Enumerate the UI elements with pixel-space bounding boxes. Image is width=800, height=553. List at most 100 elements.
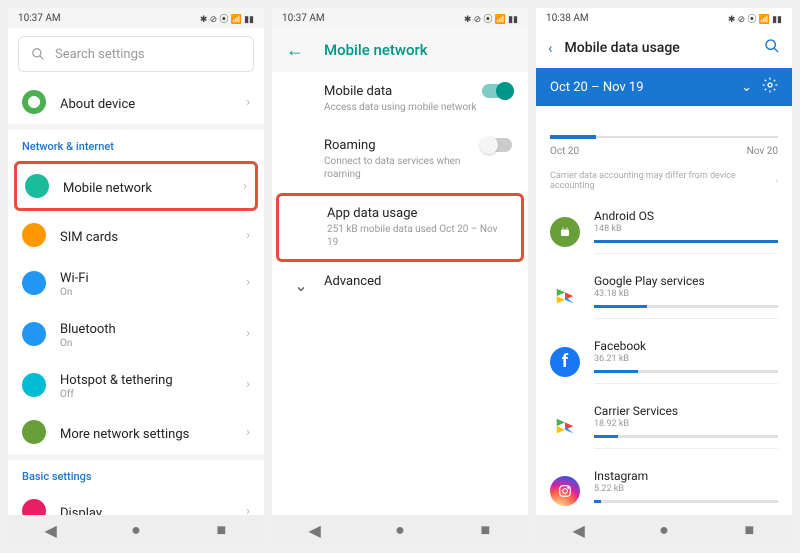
mobile-network-row[interactable]: Mobile network ›: [17, 164, 255, 208]
carrier-note[interactable]: Carrier data accounting may differ from …: [536, 163, 792, 199]
about-device-label: About device: [60, 97, 135, 112]
nav-recent[interactable]: ■: [741, 522, 757, 538]
row-label: Hotspot & tethering: [60, 373, 173, 388]
app-usage-row[interactable]: Carrier Services 18.92 kB: [536, 394, 792, 459]
row-label: Wi-Fi: [60, 271, 89, 286]
nav-bar: ◀ ● ■: [8, 515, 264, 545]
chevron-right-icon: ›: [246, 275, 250, 290]
hotspot-icon: [22, 373, 46, 397]
row-title: App data usage: [327, 206, 509, 221]
app-usage-row[interactable]: Instagram 5.22 kB: [536, 459, 792, 515]
app-usage-row[interactable]: f Facebook 36.21 kB: [536, 329, 792, 394]
wifi-icon: [22, 271, 46, 295]
gear-icon[interactable]: [762, 77, 778, 97]
status-icons: ✱ ⊘ ⦿ 📶 ▮▮: [464, 12, 518, 25]
sim-icon: [22, 223, 46, 247]
bluetooth-row[interactable]: BluetoothOn ›: [8, 308, 264, 359]
search-button[interactable]: [764, 38, 780, 58]
row-label: More network settings: [60, 427, 189, 442]
status-time: 10:38 AM: [546, 13, 589, 24]
app-size: 148 kB: [594, 224, 778, 234]
row-sub: Off: [60, 389, 246, 400]
header: ‹ Mobile data usage: [536, 28, 792, 68]
about-icon: [22, 90, 46, 114]
row-label: SIM cards: [60, 230, 118, 245]
back-button[interactable]: ←: [286, 40, 304, 61]
row-label: Bluetooth: [60, 322, 116, 337]
nav-back[interactable]: ◀: [571, 522, 587, 538]
nav-home[interactable]: ●: [128, 522, 144, 538]
header: ← Mobile network: [272, 28, 528, 72]
timeline-start: Oct 20: [550, 146, 579, 157]
play-services-icon: [550, 282, 580, 312]
date-range-selector[interactable]: Oct 20 – Nov 19 ⌄: [536, 68, 792, 106]
settings-screen: 10:37 AM ✱ ⊘ ⦿ 📶 ▮▮ Search settings Abou…: [8, 8, 264, 545]
chevron-right-icon: ›: [775, 176, 778, 186]
android-icon: [550, 217, 580, 247]
app-usage-row[interactable]: Google Play services 43.18 kB: [536, 264, 792, 329]
page-title: Mobile network: [324, 41, 428, 59]
facebook-icon: f: [550, 347, 580, 377]
more-network-row[interactable]: More network settings ›: [8, 410, 264, 454]
chevron-down-icon: ⌄: [288, 274, 314, 295]
app-size: 36.21 kB: [594, 354, 778, 364]
wifi-row[interactable]: Wi-FiOn ›: [8, 257, 264, 308]
nav-home[interactable]: ●: [656, 522, 672, 538]
row-sub: Access data using mobile network: [324, 101, 482, 114]
status-time: 10:37 AM: [18, 13, 61, 24]
mobile-data-row[interactable]: Mobile data Access data using mobile net…: [272, 72, 528, 126]
instagram-icon: [550, 476, 580, 506]
row-sub: 251 kB mobile data used Oct 20 – Nov 19: [327, 223, 509, 249]
nav-back[interactable]: ◀: [307, 522, 323, 538]
app-size: 18.92 kB: [594, 419, 778, 429]
row-title: Roaming: [324, 138, 482, 153]
app-name: Facebook: [594, 339, 778, 353]
nav-back[interactable]: ◀: [43, 522, 59, 538]
usage-timeline: Oct 20 Nov 20: [536, 106, 792, 163]
nav-home[interactable]: ●: [392, 522, 408, 538]
chevron-right-icon: ›: [243, 179, 247, 194]
roaming-row[interactable]: Roaming Connect to data services when ro…: [272, 126, 528, 193]
app-name: Carrier Services: [594, 404, 778, 418]
about-device-row[interactable]: About device ›: [8, 80, 264, 124]
row-sub: On: [60, 287, 246, 298]
row-label: Mobile network: [63, 181, 152, 196]
section-network-title: Network & internet: [8, 130, 264, 159]
mobile-data-toggle[interactable]: [482, 84, 512, 98]
row-label: Display: [60, 506, 102, 516]
nav-bar: ◀ ● ■: [536, 515, 792, 545]
chevron-right-icon: ›: [246, 504, 250, 516]
nav-recent[interactable]: ■: [213, 522, 229, 538]
status-icons: ✱ ⊘ ⦿ 📶 ▮▮: [200, 12, 254, 25]
advanced-row[interactable]: ⌄ Advanced: [272, 262, 528, 307]
timeline-end: Nov 20: [747, 146, 778, 157]
app-name: Google Play services: [594, 274, 778, 288]
back-button[interactable]: ‹: [548, 39, 553, 57]
status-bar: 10:38 AM ✱ ⊘ ⦿ 📶 ▮▮: [536, 8, 792, 28]
search-icon: [31, 47, 45, 61]
search-placeholder: Search settings: [55, 47, 145, 62]
bluetooth-icon: [22, 322, 46, 346]
date-range-label: Oct 20 – Nov 19: [550, 80, 731, 95]
display-row[interactable]: Display ›: [8, 489, 264, 515]
nav-recent[interactable]: ■: [477, 522, 493, 538]
app-size: 43.18 kB: [594, 289, 778, 299]
sim-cards-row[interactable]: SIM cards ›: [8, 213, 264, 257]
hotspot-row[interactable]: Hotspot & tetheringOff ›: [8, 359, 264, 410]
app-usage-row[interactable]: Android OS 148 kB: [536, 199, 792, 264]
app-data-usage-row[interactable]: App data usage 251 kB mobile data used O…: [279, 198, 521, 257]
empty-lead: [288, 138, 314, 140]
data-usage-screen: 10:38 AM ✱ ⊘ ⦿ 📶 ▮▮ ‹ Mobile data usage …: [536, 8, 792, 545]
chevron-right-icon: ›: [246, 425, 250, 440]
highlight-app-data-usage: App data usage 251 kB mobile data used O…: [276, 193, 524, 262]
status-time: 10:37 AM: [282, 13, 325, 24]
status-bar: 10:37 AM ✱ ⊘ ⦿ 📶 ▮▮: [272, 8, 528, 28]
search-input[interactable]: Search settings: [18, 36, 254, 72]
empty-lead: [288, 84, 314, 86]
roaming-toggle[interactable]: [482, 138, 512, 152]
app-name: Android OS: [594, 209, 778, 223]
display-icon: [22, 499, 46, 515]
chevron-right-icon: ›: [246, 377, 250, 392]
search-icon: [764, 38, 780, 54]
sparkline: [550, 136, 778, 138]
